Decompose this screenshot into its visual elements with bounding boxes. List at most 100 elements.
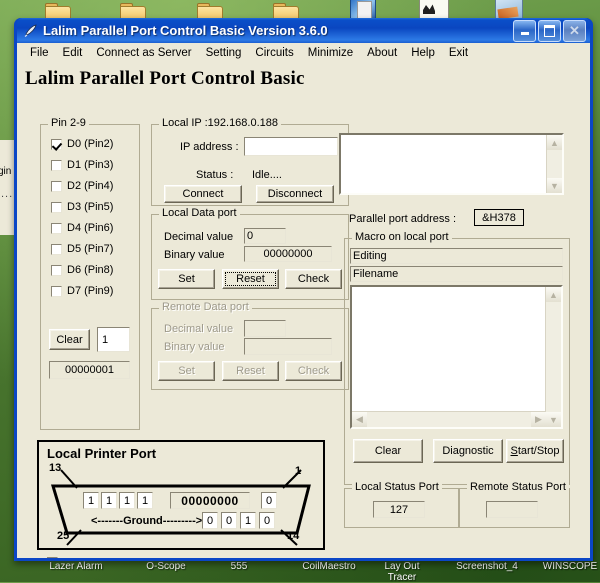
local-decimal-value[interactable]: 0	[244, 228, 286, 244]
clear-pins-button[interactable]: Clear	[49, 329, 90, 350]
maximize-button[interactable]	[538, 19, 561, 42]
remote-status-port-group: Remote Status Port	[459, 481, 570, 528]
macro-filename-field[interactable]: Filename	[350, 266, 563, 282]
checkbox-box	[47, 557, 58, 558]
local-set-button[interactable]: Set	[158, 269, 215, 289]
occluded-window-text: gin	[0, 166, 12, 177]
macro-list[interactable]: ▲ ▼ ◀ ▶	[350, 285, 563, 429]
minimize-button[interactable]	[513, 19, 536, 42]
menu-item-exit[interactable]: Exit	[442, 46, 475, 60]
menu-item-file[interactable]: File	[23, 46, 56, 60]
scroll-up-icon[interactable]: ▲	[546, 287, 561, 302]
log-output-text	[341, 135, 562, 139]
desktop-label-coilmaestro[interactable]: CoilMaestro	[287, 561, 371, 572]
macro-editing-field[interactable]: Editing	[350, 248, 563, 264]
scroll-down-icon[interactable]: ▼	[547, 178, 562, 193]
checkbox-box	[51, 244, 62, 255]
desktop-label-555[interactable]: 555	[219, 561, 259, 572]
title-bar[interactable]: Lalim Parallel Port Control Basic Versio…	[17, 18, 590, 43]
local-binary-value: 00000000	[244, 246, 332, 262]
checkbox-d5-pin7[interactable]: D5 (Pin7)	[51, 244, 113, 255]
log-scrollbar-vertical[interactable]: ▲ ▼	[546, 135, 562, 193]
local-binary-label: Binary value	[164, 249, 225, 261]
printer-bit-left-3: 1	[119, 492, 135, 509]
ip-address-label: IP address :	[180, 141, 239, 153]
occluded-window-dots: ...	[1, 188, 14, 200]
local-decimal-label: Decimal value	[164, 231, 234, 243]
printer-bit-lower-4: 0	[259, 512, 275, 529]
desktop-label-winscope[interactable]: WINSCOPE	[534, 561, 600, 572]
local-reset-button[interactable]: Reset	[222, 269, 279, 289]
menu-item-connect-as-server[interactable]: Connect as Server	[89, 46, 198, 60]
desktop-label-lazer-alarm[interactable]: Lazer Alarm	[36, 561, 116, 572]
macro-scrollbar-vertical[interactable]: ▲ ▼	[545, 287, 561, 427]
auto-check-local-printer-checkbox[interactable]: Auto check local printer timer on	[47, 557, 183, 558]
remote-decimal-label: Decimal value	[164, 323, 234, 335]
scroll-down-icon[interactable]: ▼	[546, 412, 561, 427]
remote-reset-button: Reset	[222, 361, 279, 381]
feather-pen-icon	[23, 24, 38, 38]
remote-set-button: Set	[158, 361, 215, 381]
macro-scrollbar-horizontal[interactable]: ◀ ▶	[352, 411, 546, 427]
pin-binary-display: 00000001	[49, 361, 130, 379]
scroll-right-icon[interactable]: ▶	[531, 412, 546, 427]
checkbox-d7-pin9[interactable]: D7 (Pin9)	[51, 286, 113, 297]
checkbox-d6-pin8[interactable]: D6 (Pin8)	[51, 265, 113, 276]
log-output-textbox[interactable]: ▲ ▼	[339, 133, 564, 195]
local-ip-group: Local IP :192.168.0.188 IP address : Sta…	[151, 117, 349, 206]
menu-item-about[interactable]: About	[360, 46, 404, 60]
menu-item-edit[interactable]: Edit	[56, 46, 90, 60]
checkbox-label: D3 (Pin5)	[67, 201, 114, 213]
ip-address-input[interactable]	[244, 137, 338, 156]
macro-diagnostic-button[interactable]: Diagnostic	[433, 439, 503, 463]
macro-clear-button[interactable]: Clear	[353, 439, 423, 463]
desktop-label-screenshot-4[interactable]: Screenshot_4	[441, 561, 533, 572]
remote-binary-value	[244, 338, 332, 355]
ground-label: <-------Ground--------->	[91, 515, 203, 527]
menu-item-help[interactable]: Help	[404, 46, 442, 60]
printer-bit-right: 0	[261, 492, 277, 509]
printer-bit-left-2: 1	[101, 492, 117, 509]
connect-button[interactable]: Connect	[164, 185, 242, 203]
checkbox-d4-pin6[interactable]: D4 (Pin6)	[51, 223, 113, 234]
scroll-up-icon[interactable]: ▲	[547, 135, 562, 150]
printer-bit-lower-3: 1	[240, 512, 256, 529]
desktop-label-layout-tracer[interactable]: Lay Out Tracer	[372, 561, 432, 583]
parallel-port-address-value: &H378	[474, 209, 524, 226]
close-button[interactable]: ✕	[563, 19, 586, 42]
menu-item-minimize[interactable]: Minimize	[301, 46, 360, 60]
checkbox-label: D7 (Pin9)	[67, 285, 114, 297]
pin-number-1: 1	[295, 465, 302, 477]
checkbox-box	[51, 139, 62, 150]
remote-decimal-value	[244, 320, 286, 337]
checkbox-label: D6 (Pin8)	[67, 264, 114, 276]
checkbox-d1-pin3[interactable]: D1 (Pin3)	[51, 160, 113, 171]
checkbox-d3-pin5[interactable]: D3 (Pin5)	[51, 202, 113, 213]
disconnect-button[interactable]: Disconnect	[256, 185, 334, 203]
printer-bit-left-4: 1	[137, 492, 153, 509]
menu-item-setting[interactable]: Setting	[199, 46, 249, 60]
application-window: Lalim Parallel Port Control Basic Versio…	[14, 18, 593, 561]
printer-data-byte: 00000000	[170, 492, 250, 509]
checkbox-d2-pin4[interactable]: D2 (Pin4)	[51, 181, 113, 192]
macro-start-stop-button[interactable]: Start/Stop	[506, 439, 564, 463]
checkbox-box	[51, 181, 62, 192]
pin-2-9-caption: Pin 2-9	[48, 117, 89, 129]
pin-value-field[interactable]: 1	[97, 327, 130, 352]
macro-caption: Macro on local port	[352, 231, 452, 243]
local-status-port-group: Local Status Port 127	[344, 481, 459, 528]
checkbox-d0-pin2[interactable]: D0 (Pin2)	[51, 139, 113, 150]
local-status-port-value: 127	[373, 501, 425, 518]
window-title: Lalim Parallel Port Control Basic Versio…	[43, 23, 328, 38]
occluded-background-window[interactable]: gin ...	[0, 140, 15, 235]
scroll-left-icon[interactable]: ◀	[352, 412, 367, 427]
checkbox-box	[51, 160, 62, 171]
menu-item-circuits[interactable]: Circuits	[248, 46, 300, 60]
local-ip-caption: Local IP :192.168.0.188	[159, 117, 282, 129]
page-title: Lalim Parallel Port Control Basic	[25, 68, 305, 89]
desktop-label-oscope[interactable]: O-Scope	[131, 561, 201, 572]
status-value: Idle....	[252, 169, 282, 181]
checkbox-box	[51, 265, 62, 276]
local-printer-port-panel: Local Printer Port 13 1 25 14 1 1 1 1 00…	[37, 440, 325, 550]
local-check-button[interactable]: Check	[285, 269, 342, 289]
